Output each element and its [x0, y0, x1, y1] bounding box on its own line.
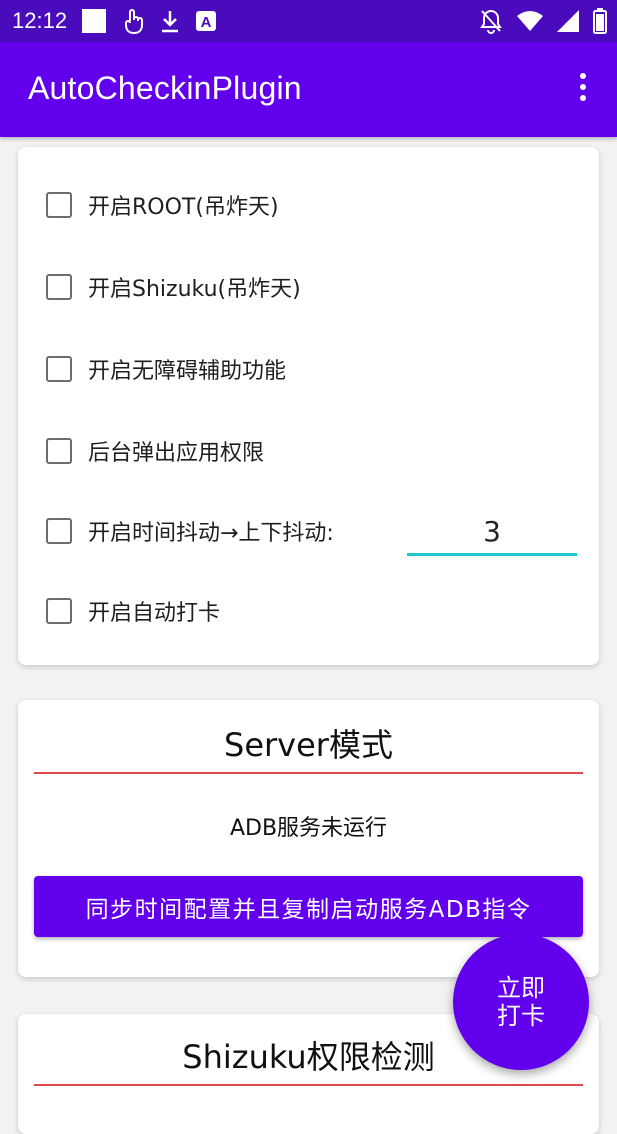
- option-accessibility-label: 开启无障碍辅助功能: [88, 359, 287, 384]
- checkin-now-fab[interactable]: 立即 打卡: [453, 934, 589, 1070]
- download-icon: [159, 8, 181, 34]
- a-box-icon: A: [195, 10, 217, 32]
- more-vert-icon[interactable]: [573, 70, 593, 110]
- option-root-label: 开启ROOT(吊炸天): [88, 195, 279, 220]
- option-accessibility-checkbox[interactable]: [46, 356, 72, 382]
- option-auto-checkin-checkbox[interactable]: [46, 598, 72, 624]
- fab-label-line1: 立即: [497, 974, 545, 1002]
- shizuku-card-divider: [34, 1084, 583, 1086]
- option-shizuku-label: 开启Shizuku(吊炸天): [88, 277, 301, 302]
- option-root[interactable]: 开启ROOT(吊炸天): [46, 187, 279, 223]
- fab-label-line2: 打卡: [497, 1002, 545, 1030]
- touch-icon: [121, 7, 145, 35]
- option-background-popup-label: 后台弹出应用权限: [88, 441, 265, 466]
- status-time: 12:12: [12, 8, 68, 33]
- status-bar: 12:12 A: [0, 0, 617, 42]
- square-notification-icon: [81, 8, 107, 34]
- option-auto-checkin-label: 开启自动打卡: [88, 601, 221, 626]
- settings-card: 开启ROOT(吊炸天) 开启Shizuku(吊炸天) 开启无障碍辅助功能 后台弹…: [18, 147, 599, 665]
- server-card-title: Server模式: [224, 726, 393, 764]
- svg-text:A: A: [201, 14, 212, 31]
- option-shizuku-checkbox[interactable]: [46, 274, 72, 300]
- option-shizuku[interactable]: 开启Shizuku(吊炸天): [46, 269, 301, 305]
- jitter-value-input[interactable]: [407, 510, 577, 556]
- server-card-divider: [34, 772, 583, 774]
- option-accessibility[interactable]: 开启无障碍辅助功能: [46, 351, 286, 387]
- option-background-popup-checkbox[interactable]: [46, 438, 72, 464]
- option-time-jitter-checkbox[interactable]: [46, 518, 72, 544]
- adb-status-text: ADB服务未运行: [229, 816, 388, 841]
- wifi-icon: [517, 10, 543, 32]
- app-title: AutoCheckinPlugin: [28, 70, 302, 106]
- bell-off-icon: [479, 8, 503, 34]
- option-time-jitter-label: 开启时间抖动→上下抖动:: [88, 521, 334, 546]
- app-bar: AutoCheckinPlugin: [0, 42, 617, 137]
- option-root-checkbox[interactable]: [46, 192, 72, 218]
- option-background-popup[interactable]: 后台弹出应用权限: [46, 433, 264, 469]
- battery-icon: [593, 8, 607, 34]
- option-time-jitter[interactable]: 开启时间抖动→上下抖动:: [46, 513, 334, 549]
- signal-icon: [557, 10, 579, 32]
- sync-copy-adb-button[interactable]: 同步时间配置并且复制启动服务ADB指令: [34, 876, 583, 937]
- option-auto-checkin[interactable]: 开启自动打卡: [46, 593, 220, 629]
